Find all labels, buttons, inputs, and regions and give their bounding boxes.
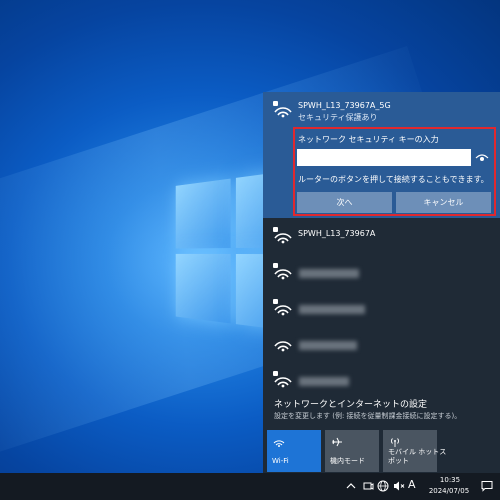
router-button-hint: ルーターのボタンを押して接続することもできます。: [298, 175, 489, 184]
quick-action-mobile-hotspot[interactable]: モバイル ホットス ポット: [383, 430, 446, 472]
hotspot-icon: [391, 438, 399, 447]
security-key-label: ネットワーク セキュリティ キーの入力: [298, 135, 439, 144]
network-ssid-redacted: [299, 269, 359, 278]
quick-action-wifi[interactable]: Wi-Fi: [267, 430, 321, 472]
network-ssid-connecting[interactable]: SPWH_L13_73967A_5G: [298, 101, 391, 110]
network-list-item[interactable]: SPWH_L13_73967A: [263, 220, 500, 256]
clock-date[interactable]: 2024/07/05: [426, 487, 472, 495]
wifi-icon: [273, 440, 285, 447]
quick-action-label: 機内モード: [330, 457, 365, 465]
onedrive-icon[interactable]: [362, 480, 374, 492]
quick-action-label: Wi-Fi: [272, 457, 289, 465]
network-security-status: セキュリティ保護あり: [298, 113, 378, 122]
network-settings-description: 設定を変更します (例: 接続を従量制課金接続に設定する)。: [274, 412, 462, 420]
network-ssid-redacted: [299, 377, 349, 386]
notification-center-icon[interactable]: [481, 480, 493, 492]
quick-action-label: モバイル ホットス ポット: [388, 448, 447, 465]
wifi-secured-icon: [273, 101, 292, 118]
wifi-secured-icon: [273, 227, 292, 244]
chevron-up-icon[interactable]: [345, 480, 357, 492]
wifi-signal-icon: [274, 341, 292, 352]
wifi-secured-icon: [273, 299, 292, 316]
network-ssid-redacted: [299, 305, 365, 314]
next-button[interactable]: 次へ: [297, 192, 392, 213]
network-connect-panel: SPWH_L13_73967A_5G セキュリティ保護あり ネットワーク セキュ…: [263, 92, 500, 218]
cancel-button[interactable]: キャンセル: [396, 192, 491, 213]
show-password-icon[interactable]: [474, 150, 490, 165]
network-list-item[interactable]: [263, 328, 500, 364]
clock-time[interactable]: 10:35: [430, 476, 470, 484]
taskbar: A 10:35 2024/07/05: [0, 473, 500, 500]
network-ssid: SPWH_L13_73967A: [298, 229, 376, 238]
network-list-item[interactable]: [263, 364, 500, 400]
network-globe-icon[interactable]: [377, 480, 389, 492]
network-list-item[interactable]: [263, 256, 500, 292]
network-list-item[interactable]: [263, 292, 500, 328]
security-key-input[interactable]: [297, 149, 471, 166]
speaker-muted-icon[interactable]: [393, 480, 405, 492]
wifi-secured-icon: [273, 263, 292, 280]
network-ssid-redacted: [299, 341, 357, 350]
airplane-icon: [332, 437, 342, 447]
wifi-secured-icon: [273, 371, 292, 388]
network-settings-link[interactable]: ネットワークとインターネットの設定: [274, 397, 427, 410]
quick-action-airplane-mode[interactable]: 機内モード: [325, 430, 379, 472]
network-flyout: SPWH_L13_73967A_5G セキュリティ保護あり ネットワーク セキュ…: [263, 92, 500, 473]
ime-mode-indicator[interactable]: A: [408, 478, 416, 491]
